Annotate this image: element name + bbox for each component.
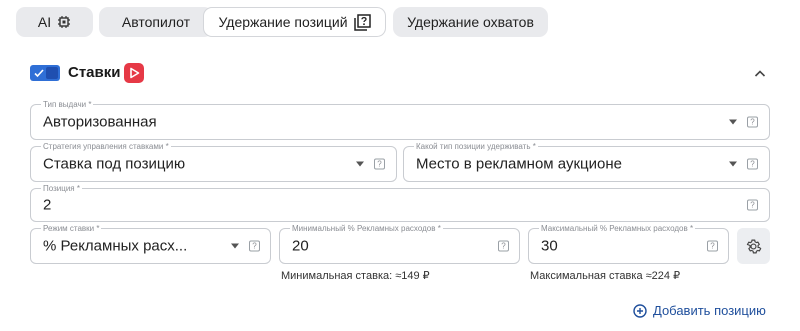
help-icon[interactable]: ? <box>498 240 509 252</box>
help-icon[interactable]: ? <box>707 240 718 252</box>
field-label: Минимальный % Рекламных расходов * <box>290 223 443 234</box>
dropdown-arrow-icon[interactable] <box>231 243 239 249</box>
field-label: Тип выдачи * <box>41 99 94 110</box>
field-value: 20 <box>292 237 309 255</box>
field-value: Ставка под позицию <box>43 155 186 173</box>
tab-label: Автопилот <box>121 14 191 30</box>
field-value: Авторизованная <box>43 113 157 131</box>
min-bid-hint: Минимальная ставка: ≈149 ₽ <box>281 270 430 282</box>
help-icon[interactable]: ? <box>747 199 758 211</box>
settings-button[interactable] <box>737 228 770 264</box>
min-percent-input[interactable]: Минимальный % Рекламных расходов * 20 ? <box>279 223 520 264</box>
field-label: Позиция * <box>41 183 82 194</box>
field-value: % Рекламных расх... <box>43 237 188 255</box>
check-icon <box>34 69 44 78</box>
section-title: Ставки <box>68 64 121 81</box>
position-type-select[interactable]: Какой тип позиции удерживать * Место в р… <box>403 141 770 182</box>
dropdown-arrow-icon[interactable] <box>729 161 737 167</box>
field-value: 2 <box>43 196 52 214</box>
add-position-label: Добавить позицию <box>653 303 766 318</box>
field-value: Место в рекламном аукционе <box>416 155 622 173</box>
dropdown-arrow-icon[interactable] <box>729 119 737 125</box>
tab-reach-hold[interactable]: Удержание охватов <box>393 7 548 37</box>
field-label: Максимальный % Рекламных расходов * <box>539 223 696 234</box>
chip-icon <box>57 15 71 29</box>
play-badge-icon <box>124 63 144 83</box>
add-position-button[interactable]: Добавить позицию <box>633 303 766 318</box>
field-label: Режим ставки * <box>41 223 102 234</box>
max-bid-hint: Максимальная ставка ≈224 ₽ <box>530 270 681 282</box>
tab-autopilot[interactable]: Автопилот <box>99 7 213 37</box>
help-icon[interactable]: ? <box>249 240 260 252</box>
tab-label: AI <box>37 14 52 30</box>
chevron-up-icon[interactable] <box>754 66 766 84</box>
toggle-knob <box>46 67 58 79</box>
position-input[interactable]: Позиция * 2 ? <box>30 183 770 222</box>
tab-ai[interactable]: AI <box>16 7 93 37</box>
help-icon[interactable]: ? <box>374 158 385 170</box>
bids-toggle[interactable] <box>30 65 60 81</box>
field-label: Какой тип позиции удерживать * <box>414 141 538 152</box>
strategy-select[interactable]: Стратегия управления ставками * Ставка п… <box>30 141 397 182</box>
max-percent-input[interactable]: Максимальный % Рекламных расходов * 30 ? <box>528 223 729 264</box>
gear-icon <box>746 239 762 253</box>
tab-label: Удержание позиций <box>218 14 348 30</box>
plus-circle-icon <box>633 303 647 318</box>
help-icon[interactable]: ? <box>747 116 758 128</box>
tab-label: Удержание охватов <box>407 14 534 30</box>
bids-section-header: Ставки <box>30 61 770 85</box>
dropdown-arrow-icon[interactable] <box>356 161 364 167</box>
issue-type-select[interactable]: Тип выдачи * Авторизованная ? <box>30 99 770 140</box>
field-label: Стратегия управления ставками * <box>41 141 171 152</box>
tab-position-hold[interactable]: Удержание позиций <box>203 7 386 37</box>
bid-mode-select[interactable]: Режим ставки * % Рекламных расх... ? <box>30 223 271 264</box>
help-icon[interactable]: ? <box>747 158 758 170</box>
help-square-icon[interactable] <box>353 13 371 31</box>
field-value: 30 <box>541 237 558 255</box>
